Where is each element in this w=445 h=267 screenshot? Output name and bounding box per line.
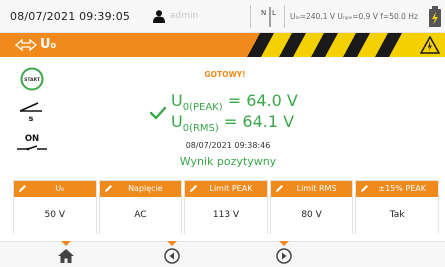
pencil-icon <box>275 185 283 192</box>
peak-result: U0(PEAK) = 64.0 V <box>171 91 298 114</box>
param-label: Limit PEAK <box>209 184 253 193</box>
user-icon <box>153 10 165 23</box>
home-icon[interactable] <box>58 249 74 263</box>
measurement-mode-icon <box>14 38 38 52</box>
pencil-icon <box>104 185 112 192</box>
divider <box>284 5 285 28</box>
next-icon[interactable] <box>276 248 292 264</box>
param-value: Tak <box>356 197 438 234</box>
tab-marker <box>167 241 177 246</box>
parameter-table: U₀ 50 V Napięcie AC Limit PEAK 113 V Lim… <box>13 180 439 234</box>
datetime: 08/07/2021 09:39:05 <box>10 10 131 23</box>
on-switch-icon: ON <box>17 134 47 151</box>
network-measurements: Uₗₙ=240.1 V Uₙₚₑ=0.9 V f=50.0 Hz <box>290 12 418 21</box>
svg-text:N: N <box>261 9 266 17</box>
param-header: Limit PEAK <box>185 181 267 197</box>
battery-icon <box>429 6 441 27</box>
start-button[interactable]: START <box>20 67 44 91</box>
hazard-stripes <box>188 33 445 57</box>
param-header: ±15% PEAK <box>356 181 438 197</box>
rms-result: U0(RMS) = 64.1 V <box>171 112 295 135</box>
svg-text:L: L <box>272 9 276 17</box>
pencil-icon <box>361 185 369 192</box>
check-icon <box>150 106 166 120</box>
user-name: admin <box>170 11 199 21</box>
tab-marker <box>279 241 289 246</box>
param-limit-peak[interactable]: Limit PEAK 113 V <box>184 180 268 234</box>
plug-icon: N L <box>261 7 276 27</box>
manual-start-icon: s <box>19 102 42 122</box>
divider <box>250 5 251 28</box>
tab-marker <box>61 241 71 246</box>
param-value: AC <box>99 197 182 234</box>
measurement-timestamp: 08/07/2021 09:38:46 <box>185 141 271 150</box>
param-value: 113 V <box>185 197 267 234</box>
status-text: GOTOWY! <box>204 70 246 79</box>
param-label: U₀ <box>55 184 65 193</box>
status-bar: 08/07/2021 09:39:05 admin N L Uₗₙ=240.1 … <box>0 0 445 33</box>
page-title: U₀ <box>40 37 57 52</box>
title-bar: U₀ <box>0 33 445 57</box>
param-tolerance[interactable]: ±15% PEAK Tak <box>355 180 439 234</box>
param-header: Limit RMS <box>270 181 353 197</box>
on-label: ON <box>25 134 39 144</box>
param-voltage[interactable]: Napięcie AC <box>98 180 183 234</box>
previous-icon[interactable] <box>164 248 180 264</box>
param-value: 80 V <box>270 197 353 234</box>
param-label: Limit RMS <box>296 184 337 193</box>
param-label: Napięcie <box>128 184 163 193</box>
param-label: ±15% PEAK <box>378 184 426 193</box>
result-verdict: Wynik pozytywny <box>179 155 277 168</box>
bottom-nav <box>0 241 445 267</box>
param-header: Napięcie <box>99 181 182 197</box>
pencil-icon <box>190 185 198 192</box>
param-header: U₀ <box>14 181 96 197</box>
param-u0[interactable]: U₀ 50 V <box>13 180 97 234</box>
svg-text:s: s <box>29 114 34 122</box>
start-label: START <box>24 77 41 83</box>
pencil-icon <box>19 185 26 192</box>
param-limit-rms[interactable]: Limit RMS 80 V <box>269 180 354 234</box>
param-value: 50 V <box>14 197 96 234</box>
warning-icon <box>420 36 440 54</box>
